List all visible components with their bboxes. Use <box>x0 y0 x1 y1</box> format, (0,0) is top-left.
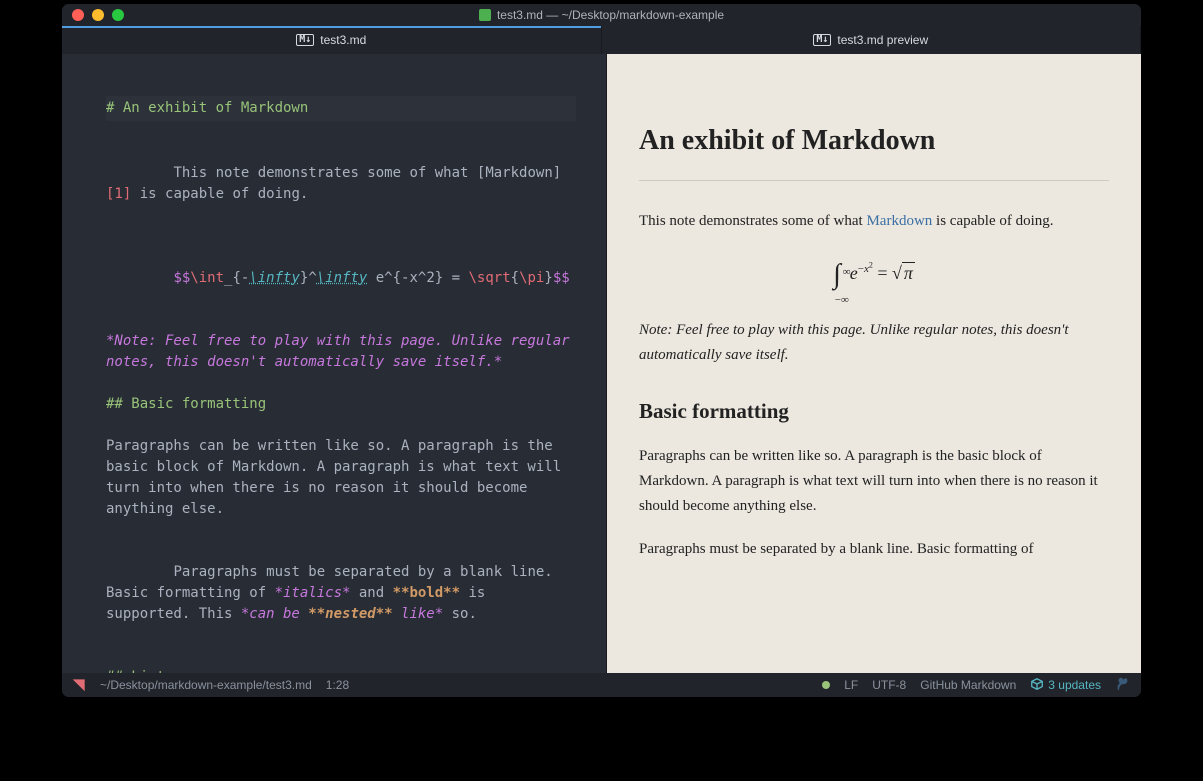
preview-math: ∫−∞∞ e−x2 = √π <box>639 252 1109 298</box>
split-panes: # An exhibit of Markdown This note demon… <box>62 54 1141 673</box>
markdown-preview[interactable]: An exhibit of Markdown This note demonst… <box>606 54 1141 673</box>
grammar-selector[interactable]: GitHub Markdown <box>920 678 1016 692</box>
editor-line: This note demonstrates some of what [Mar… <box>106 142 576 226</box>
tab-label: test3.md <box>320 33 366 47</box>
markdown-icon: M↓ <box>813 34 831 46</box>
editor-line: Paragraphs must be separated by a blank … <box>106 541 576 646</box>
status-bar: ~/Desktop/markdown-example/test3.md 1:28… <box>62 673 1141 697</box>
preview-paragraph: This note demonstrates some of what Mark… <box>639 209 1109 234</box>
editor-line: Paragraphs can be written like so. A par… <box>106 436 576 520</box>
tab-preview[interactable]: M↓ test3.md preview <box>602 26 1142 54</box>
tab-bar: M↓ test3.md M↓ test3.md preview <box>62 26 1141 54</box>
git-status-icon[interactable] <box>822 681 830 689</box>
project-icon[interactable] <box>72 678 86 692</box>
editor-line-math: $$\int_{-\infty}^\infty e^{-x^2} = \sqrt… <box>106 247 576 310</box>
preview-rule <box>639 180 1109 181</box>
preview-h1: An exhibit of Markdown <box>639 118 1109 164</box>
source-editor[interactable]: # An exhibit of Markdown This note demon… <box>62 54 606 673</box>
preview-paragraph: Note: Feel free to play with this page. … <box>639 318 1109 368</box>
release-notes-icon[interactable] <box>1115 676 1131 695</box>
cursor-position[interactable]: 1:28 <box>326 678 349 692</box>
file-path[interactable]: ~/Desktop/markdown-example/test3.md <box>100 678 312 692</box>
file-type-icon <box>479 9 491 21</box>
tab-label: test3.md preview <box>837 33 928 47</box>
editor-line: # An exhibit of Markdown <box>106 96 576 121</box>
preview-h2: Basic formatting <box>639 394 1109 429</box>
preview-paragraph: Paragraphs must be separated by a blank … <box>639 537 1109 562</box>
editor-line: ## Basic formatting <box>106 394 576 415</box>
tab-editor[interactable]: M↓ test3.md <box>62 26 602 54</box>
titlebar: test3.md — ~/Desktop/markdown-example <box>62 4 1141 26</box>
app-window: test3.md — ~/Desktop/markdown-example M↓… <box>62 4 1141 697</box>
package-updates[interactable]: 3 updates <box>1030 677 1101 694</box>
window-title: test3.md — ~/Desktop/markdown-example <box>62 8 1141 22</box>
markdown-icon: M↓ <box>296 34 314 46</box>
line-ending-selector[interactable]: LF <box>844 678 858 692</box>
encoding-selector[interactable]: UTF-8 <box>872 678 906 692</box>
editor-line: *Note: Feel free to play with this page.… <box>106 331 576 373</box>
markdown-link[interactable]: Markdown <box>866 213 932 229</box>
package-icon <box>1030 677 1044 694</box>
preview-paragraph: Paragraphs can be written like so. A par… <box>639 444 1109 518</box>
window-title-text: test3.md — ~/Desktop/markdown-example <box>497 8 724 22</box>
